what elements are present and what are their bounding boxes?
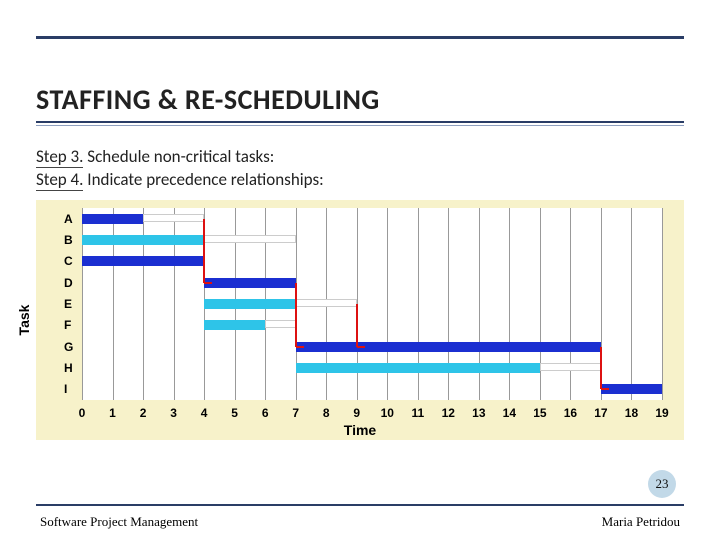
task-label: C [64,254,73,268]
task-label: B [64,233,73,247]
footer-right: Maria Petridou [602,514,680,530]
gantt-bar [204,299,296,309]
gantt-bar [601,384,662,394]
page-number-badge: 23 [648,470,676,498]
x-tick: 4 [201,406,208,420]
gantt-plot-area: ABCDEFGHI [82,208,662,400]
x-tick: 10 [381,406,394,420]
task-label: E [64,297,72,311]
x-tick: 2 [140,406,147,420]
step-4: Step 4. Indicate precedence relationship… [36,169,684,190]
x-tick: 18 [625,406,638,420]
x-tick: 3 [170,406,177,420]
x-axis-label: Time [36,422,684,438]
gantt-bar [296,363,540,373]
gantt-bar [204,320,265,330]
gantt-bar [540,363,601,371]
step-4-label: Step 4. [36,169,83,191]
x-tick: 6 [262,406,269,420]
gantt-bar [204,235,296,243]
gantt-bar [296,342,601,352]
step-3-text: Schedule non-critical tasks: [83,146,274,167]
title-underline [36,125,684,126]
gantt-bar [204,278,296,288]
x-tick: 5 [231,406,238,420]
gantt-bar [143,214,204,222]
footer-left: Software Project Management [40,514,198,530]
page-title: STAFFING & RE-SCHEDULING [36,82,684,123]
task-label: I [64,382,67,396]
task-label: F [64,318,71,332]
x-tick: 17 [594,406,607,420]
gantt-bar [296,299,357,307]
x-tick: 14 [503,406,516,420]
step-4-text: Indicate precedence relationships: [83,169,323,190]
x-tick: 19 [655,406,668,420]
x-tick: 12 [442,406,455,420]
x-tick: 1 [109,406,116,420]
task-label: D [64,276,73,290]
x-tick: 8 [323,406,330,420]
gantt-bar [82,256,204,266]
footer-rule [36,504,684,506]
y-axis-label: Task [16,305,32,336]
top-rule [36,36,684,39]
x-tick: 11 [411,406,424,420]
task-label: H [64,361,73,375]
gantt-bar [265,320,296,328]
step-3: Step 3. Schedule non-critical tasks: [36,146,684,167]
step-list: Step 3. Schedule non-critical tasks: Ste… [36,146,684,190]
gantt-bar [82,235,204,245]
task-label: G [64,340,73,354]
x-tick: 13 [472,406,485,420]
x-tick: 15 [533,406,546,420]
x-tick: 16 [564,406,577,420]
task-label: A [64,212,73,226]
step-3-label: Step 3. [36,146,83,168]
x-tick: 9 [353,406,360,420]
gantt-bar [82,214,143,224]
x-tick-labels: 012345678910111213141516171819 [82,406,662,420]
gantt-chart: Task ABCDEFGHI 0123456789101112131415161… [36,200,684,440]
x-tick: 0 [79,406,86,420]
x-tick: 7 [292,406,299,420]
